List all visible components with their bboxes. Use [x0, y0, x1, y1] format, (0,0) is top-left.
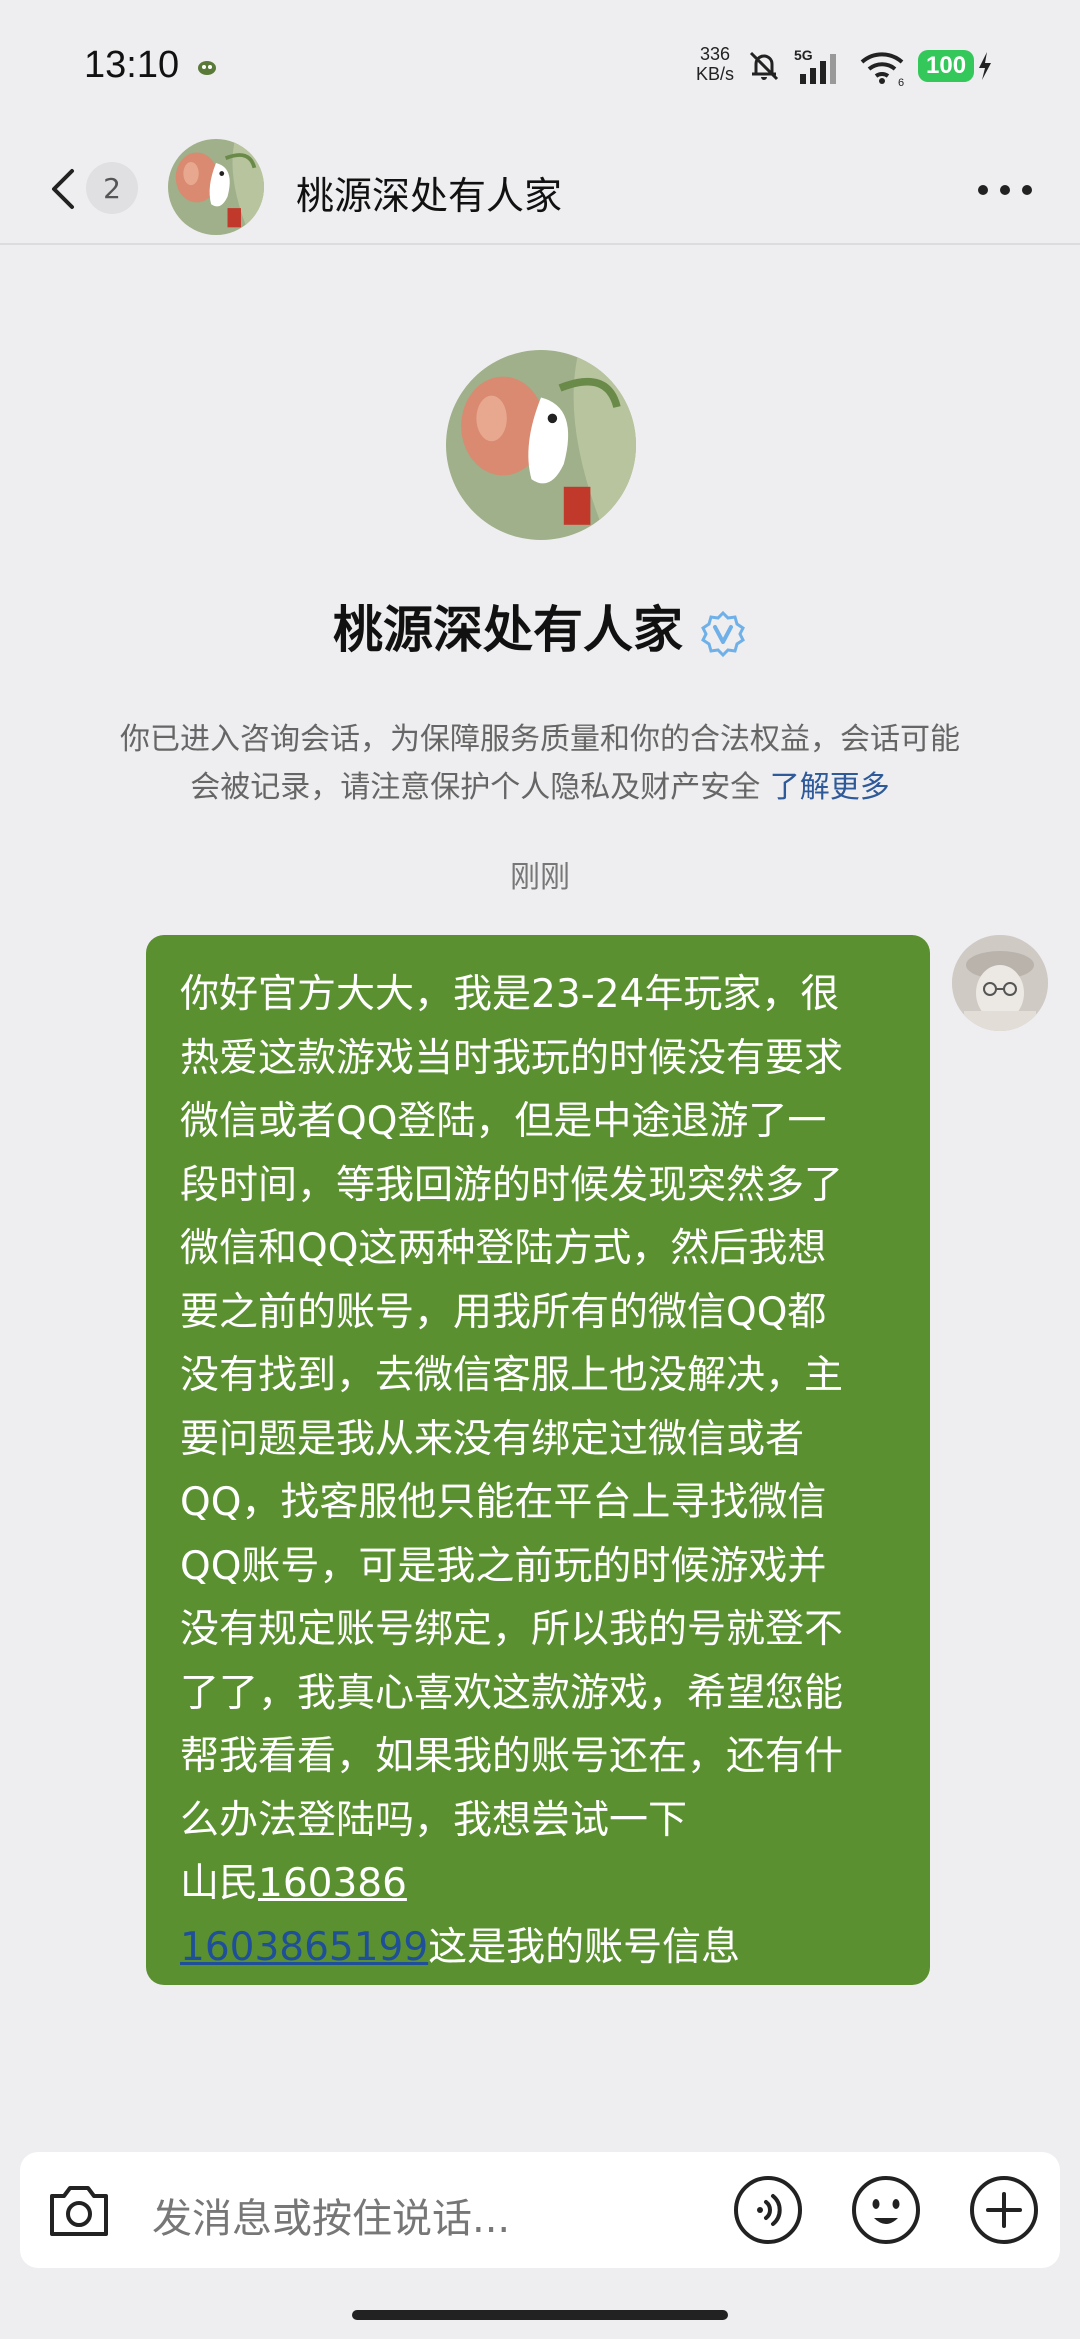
- profile-avatar[interactable]: [446, 350, 636, 540]
- message-line: 帮我看看，如果我的账号还在，还有什: [180, 1734, 844, 1779]
- message-line: QQ，找客服他只能在平台上寻找微信: [180, 1480, 827, 1525]
- message-line: 1603865199这是我的账号信息: [180, 1924, 741, 1970]
- svg-text:5G: 5G: [794, 47, 813, 63]
- verified-badge-icon: [701, 610, 745, 657]
- learn-more-link[interactable]: 了解更多: [770, 770, 890, 805]
- svg-text:6: 6: [898, 77, 904, 86]
- message-line: QQ账号，可是我之前玩的时候游戏并: [180, 1543, 827, 1589]
- message-line: 微信或者QQ登陆，但是中途退游了一: [180, 1099, 827, 1144]
- message-line: 么办法登陆吗，我想尝试一下: [180, 1797, 688, 1843]
- wifi-icon: 6: [860, 52, 904, 86]
- message-line: 没有找到，去微信客服上也没解决，主: [180, 1353, 844, 1398]
- message-input-bar: 发消息或按住说话...: [20, 2152, 1060, 2268]
- sent-message-bubble[interactable]: 你好官方大大，我是23-24年玩家，很 热爱这款游戏当时我玩的时候没有要求 微信…: [146, 935, 930, 1985]
- mute-bell-icon: [749, 51, 779, 81]
- charging-icon: [979, 52, 992, 80]
- profile-name: 桃源深处有人家: [0, 590, 1080, 662]
- message-timestamp: 刚刚: [510, 860, 570, 895]
- back-chevron-icon[interactable]: [46, 165, 82, 213]
- message-line: 微信和QQ这两种登陆方式，然后我想: [180, 1226, 827, 1271]
- message-input[interactable]: 发消息或按住说话...: [152, 2186, 510, 2244]
- status-icons: 5G 6 100: [744, 44, 992, 88]
- phone-number-link[interactable]: 160386: [258, 1861, 407, 1906]
- cellular-signal-icon: 5G: [794, 47, 836, 84]
- camera-icon[interactable]: [46, 2180, 112, 2240]
- network-speed: 336 KB/s: [696, 44, 735, 84]
- consultation-notice: 你已进入咨询会话，为保障服务质量和你的合法权益，会话可能会被记录，请注意保护个人…: [120, 722, 960, 805]
- emoji-icon[interactable]: [850, 2174, 922, 2246]
- status-bar: 13:10 336 KB/s 5G 6 100: [0, 0, 1080, 135]
- message-line: 了了，我真心喜欢这款游戏，希望您能: [180, 1670, 844, 1716]
- voice-icon[interactable]: [732, 2174, 804, 2246]
- plus-icon[interactable]: [968, 2174, 1040, 2246]
- contact-avatar[interactable]: [168, 139, 264, 235]
- message-line: 要问题是我从来没有绑定过微信或者: [180, 1416, 805, 1462]
- status-time: 13:10: [84, 44, 180, 86]
- unread-count-badge[interactable]: 2: [86, 162, 138, 214]
- account-number-link[interactable]: 1603865199: [180, 1925, 428, 1970]
- my-avatar[interactable]: [952, 935, 1048, 1031]
- battery-indicator: 100: [918, 50, 992, 82]
- home-indicator[interactable]: [352, 2310, 728, 2320]
- message-line: 段时间，等我回游的时候发现突然多了: [180, 1162, 844, 1208]
- message-line: 你好官方大大，我是23-24年玩家，很: [180, 972, 840, 1017]
- message-line: 要之前的账号，用我所有的微信QQ都: [180, 1289, 827, 1335]
- message-line: 没有规定账号绑定，所以我的号就登不: [180, 1607, 844, 1652]
- header-title: 桃源深处有人家: [296, 174, 563, 218]
- chat-header: 2 桃源深处有人家: [0, 135, 1080, 245]
- message-line: 山民160386: [180, 1861, 407, 1906]
- message-line: 热爱这款游戏当时我玩的时候没有要求: [180, 1035, 844, 1081]
- notification-app-icon: [198, 61, 216, 75]
- chat-screen: 13:10 336 KB/s 5G 6 100 2 桃源深处有人家 桃源深处有人…: [0, 0, 1080, 2339]
- more-dots-icon[interactable]: [975, 182, 1035, 198]
